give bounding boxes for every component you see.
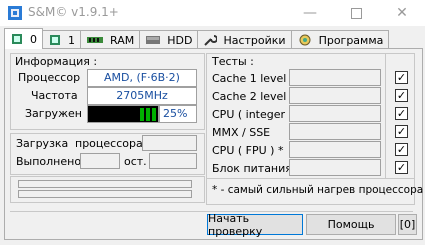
tab-settings[interactable]: Настройки: [197, 30, 292, 49]
tests-separator: [207, 178, 414, 179]
processor-value: AMD, (F·6B·2): [87, 69, 197, 87]
ram-icon: [87, 37, 103, 43]
frequency-label: Частота: [31, 89, 78, 102]
tab-bar: 0 1 RAM HDD Настройки Программа: [4, 28, 390, 49]
load-percent: 25%: [159, 105, 197, 123]
tab-label: Программа: [318, 33, 384, 47]
test-checkbox-mmx-sse[interactable]: ✓: [395, 125, 408, 138]
test-result-field: [289, 69, 381, 86]
help-button[interactable]: Помощь: [306, 214, 396, 235]
load-bar-segment: [152, 108, 156, 121]
test-label: Cache 2 level: [212, 90, 287, 103]
tab-program[interactable]: Программа: [290, 30, 390, 49]
maximize-icon: [350, 7, 362, 19]
test-label: CPU ( integer ): [212, 108, 293, 121]
cpu-icon: [50, 35, 60, 45]
tab-cpu-1[interactable]: 1: [42, 30, 81, 49]
done-label: Выполнено: [16, 155, 82, 168]
load-bar: [87, 105, 159, 123]
start-test-button[interactable]: Начать проверку: [207, 212, 303, 238]
frequency-value: 2705MHz: [87, 87, 197, 105]
title-bar: S&M© v1.9.1+ — ✕: [0, 0, 425, 26]
test-result-field: [289, 141, 381, 158]
remaining-field: [149, 153, 197, 169]
test-label: MMX / SSE: [212, 126, 271, 139]
cpu-load-field: [142, 135, 197, 151]
info-group: Информация : Процессор AMD, (F·6B·2) Час…: [10, 53, 205, 130]
test-result-field: [289, 159, 381, 176]
load-bar-segment: [140, 108, 144, 121]
app-window: S&M© v1.9.1+ — ✕ 0 1 RAM HDD Настройки П…: [0, 0, 425, 245]
test-result-field: [289, 87, 381, 104]
done-field: [80, 153, 120, 169]
remaining-label: ост.: [124, 155, 147, 168]
test-checkbox-power-supply[interactable]: ✓: [395, 161, 408, 174]
close-icon: ✕: [396, 5, 408, 21]
tests-heading: Тесты :: [212, 55, 254, 68]
info-heading: Информация :: [15, 55, 98, 68]
load-label: Загружен: [25, 107, 82, 120]
tab-label: RAM: [110, 33, 135, 47]
test-checkbox-cache1[interactable]: ✓: [395, 71, 408, 84]
test-label: Блок питания: [212, 162, 292, 175]
progress-bar-2: [18, 190, 192, 198]
test-label: Cache 1 level: [212, 72, 287, 85]
tab-content: Информация : Процессор AMD, (F·6B·2) Час…: [4, 48, 423, 240]
tests-divider: [385, 54, 386, 178]
tab-label: 1: [68, 33, 75, 47]
cpu-load-label: Загрузка: [16, 137, 69, 150]
test-result-field: [289, 123, 381, 140]
wrench-icon: [204, 35, 218, 46]
close-button[interactable]: ✕: [379, 0, 425, 26]
test-checkbox-cache2[interactable]: ✓: [395, 89, 408, 102]
maximize-button[interactable]: [333, 0, 379, 26]
progress-bar-1: [18, 180, 192, 188]
counter-button[interactable]: [0]: [398, 214, 417, 235]
tab-ram[interactable]: RAM: [80, 30, 141, 49]
load-bar-segment: [146, 108, 150, 121]
test-checkbox-cpu-fpu[interactable]: ✓: [395, 143, 408, 156]
tab-cpu-0[interactable]: 0: [4, 28, 43, 49]
hdd-icon: [146, 36, 161, 44]
tab-hdd[interactable]: HDD: [139, 30, 199, 49]
tab-label: Настройки: [223, 33, 286, 47]
progress-bars-group: [10, 176, 205, 203]
minimize-button[interactable]: —: [287, 0, 333, 26]
test-result-field: [289, 105, 381, 122]
test-checkbox-cpu-integer[interactable]: ✓: [395, 107, 408, 120]
test-label: CPU ( FPU ) *: [212, 144, 284, 157]
progress-group: Загрузка процессора Выполнено ост.: [10, 133, 205, 175]
tab-label: HDD: [167, 33, 193, 47]
program-icon: [299, 34, 311, 46]
window-title: S&M© v1.9.1+: [28, 5, 119, 19]
tab-label: 0: [30, 32, 37, 46]
app-icon: [8, 6, 22, 20]
tests-group: Тесты : Cache 1 level ✓ Cache 2 level ✓ …: [206, 53, 423, 205]
processor-label: Процессор: [18, 71, 81, 84]
cpu-load-label-2: процессора: [75, 137, 143, 150]
minimize-icon: —: [303, 5, 317, 21]
cpu-icon: [12, 34, 22, 44]
tests-footnote: * - самый сильный нагрев процессора: [212, 184, 424, 196]
